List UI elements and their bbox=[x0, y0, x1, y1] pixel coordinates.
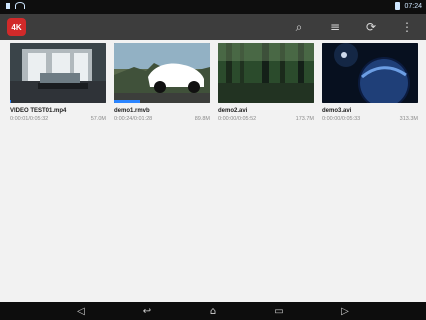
notification-icon bbox=[6, 2, 10, 9]
video-thumbnail[interactable] bbox=[322, 43, 418, 103]
video-meta: 0:00:00/0:05:52 173.7M bbox=[218, 116, 314, 122]
nav-buttons: ◁ ↩ ⌂ ▭ ▷ bbox=[0, 305, 426, 317]
video-title: VIDEO TEST01.mp4 bbox=[10, 108, 67, 114]
wifi-icon bbox=[15, 2, 25, 9]
video-position: 0:00:00/0:05:52 bbox=[218, 116, 257, 122]
sort-icon[interactable]: ≡ bbox=[326, 18, 344, 36]
video-meta: 0:00:00/0:05:33 313.3M bbox=[322, 116, 418, 122]
app-logo-text: 4K bbox=[11, 22, 22, 32]
app-toolbar: 4K ⌕ ≡ ⟳ ⋮ bbox=[0, 14, 426, 40]
refresh-icon[interactable]: ⟳ bbox=[362, 18, 380, 36]
status-time: 07:24 bbox=[404, 2, 422, 10]
toolbar-actions: ⌕ ≡ ⟳ ⋮ bbox=[290, 18, 416, 36]
video-thumbnail[interactable] bbox=[10, 43, 106, 103]
video-size: 89.8M bbox=[194, 116, 210, 122]
app-logo[interactable]: 4K bbox=[7, 18, 26, 36]
video-size: 173.7M bbox=[295, 116, 314, 122]
more-icon[interactable]: ⋮ bbox=[398, 18, 416, 36]
system-nav-bar: ◁ ↩ ⌂ ▭ ▷ bbox=[0, 302, 426, 320]
video-card[interactable]: VIDEO TEST01.mp4 0:00:01/0:05:32 57.0M bbox=[10, 43, 106, 122]
video-position: 0:00:01/0:05:32 bbox=[10, 116, 49, 122]
status-left bbox=[6, 2, 25, 9]
video-card[interactable]: demo2.avi 0:00:00/0:05:52 173.7M bbox=[218, 43, 314, 122]
volume-up-icon[interactable]: ▷ bbox=[336, 305, 354, 317]
video-position: 0:00:00/0:05:33 bbox=[322, 116, 361, 122]
video-size: 313.3M bbox=[399, 116, 418, 122]
home-icon[interactable]: ⌂ bbox=[204, 305, 222, 317]
search-icon[interactable]: ⌕ bbox=[290, 18, 308, 36]
video-title: demo1.rmvb bbox=[114, 108, 150, 114]
thumbnail-image bbox=[218, 43, 314, 103]
thumbnail-image bbox=[10, 43, 106, 103]
progress-bar bbox=[114, 100, 140, 103]
video-position: 0:00:24/0:01:28 bbox=[114, 116, 153, 122]
video-title: demo2.avi bbox=[218, 108, 248, 114]
thumbnail-image bbox=[114, 43, 210, 103]
video-meta: 0:00:01/0:05:32 57.0M bbox=[10, 116, 106, 122]
video-card[interactable]: demo3.avi 0:00:00/0:05:33 313.3M bbox=[322, 43, 418, 122]
recents-icon[interactable]: ▭ bbox=[270, 305, 288, 317]
thumbnail-image bbox=[322, 43, 418, 103]
video-thumbnail[interactable] bbox=[218, 43, 314, 103]
video-card[interactable]: demo1.rmvb 0:00:24/0:01:28 89.8M bbox=[114, 43, 210, 122]
battery-icon bbox=[395, 2, 401, 10]
video-thumbnail[interactable] bbox=[114, 43, 210, 103]
video-meta: 0:00:24/0:01:28 89.8M bbox=[114, 116, 210, 122]
video-title: demo3.avi bbox=[322, 108, 352, 114]
status-right: 07:24 bbox=[395, 2, 422, 10]
volume-down-icon[interactable]: ◁ bbox=[72, 305, 90, 317]
status-bar: 07:24 bbox=[0, 0, 426, 14]
video-size: 57.0M bbox=[90, 116, 106, 122]
video-grid: VIDEO TEST01.mp4 0:00:01/0:05:32 57.0M d… bbox=[10, 43, 420, 122]
back-icon[interactable]: ↩ bbox=[138, 305, 156, 317]
